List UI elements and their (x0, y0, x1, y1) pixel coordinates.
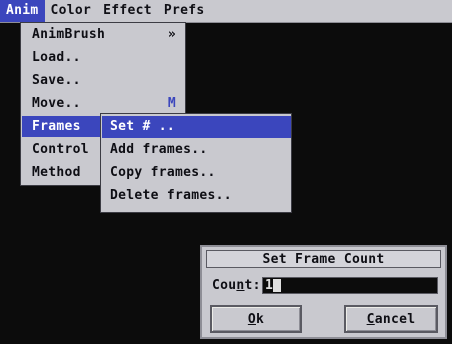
cancel-button[interactable]: Cancel (344, 305, 438, 333)
menu-prefs[interactable]: Prefs (158, 0, 211, 22)
frames-submenu: Set # .. Add frames.. Copy frames.. Dele… (100, 113, 292, 213)
submenu-item-copy-frames[interactable]: Copy frames.. (102, 162, 291, 184)
menu-color[interactable]: Color (45, 0, 98, 22)
count-input[interactable]: 1 (262, 277, 438, 294)
submenu-item-add-frames[interactable]: Add frames.. (102, 139, 291, 161)
dialog-title: Set Frame Count (206, 250, 441, 268)
set-frame-count-dialog: Set Frame Count Count: 1 Ok Cancel (200, 245, 447, 339)
submenu-item-delete-frames[interactable]: Delete frames.. (102, 185, 291, 207)
count-label: Count: (212, 278, 261, 293)
submenu-item-set-count[interactable]: Set # .. (102, 116, 291, 138)
keyboard-shortcut: M (167, 96, 176, 111)
text-cursor (273, 279, 282, 292)
menu-item-frames[interactable]: Frames (22, 116, 102, 137)
menu-effect[interactable]: Effect (97, 0, 158, 22)
submenu-arrow-icon: » (167, 27, 176, 42)
menu-item-move[interactable]: Move.. M (22, 93, 184, 114)
menu-anim[interactable]: Anim (0, 0, 45, 22)
ok-button[interactable]: Ok (210, 305, 302, 333)
menu-item-label: Move.. (32, 96, 81, 111)
menu-item-animbrush[interactable]: AnimBrush » (22, 24, 184, 45)
count-value: 1 (265, 278, 274, 293)
menu-item-load[interactable]: Load.. (22, 47, 184, 68)
menu-bar: Anim Color Effect Prefs (0, 0, 452, 23)
menu-item-label: AnimBrush (32, 27, 106, 42)
menu-item-save[interactable]: Save.. (22, 70, 184, 91)
